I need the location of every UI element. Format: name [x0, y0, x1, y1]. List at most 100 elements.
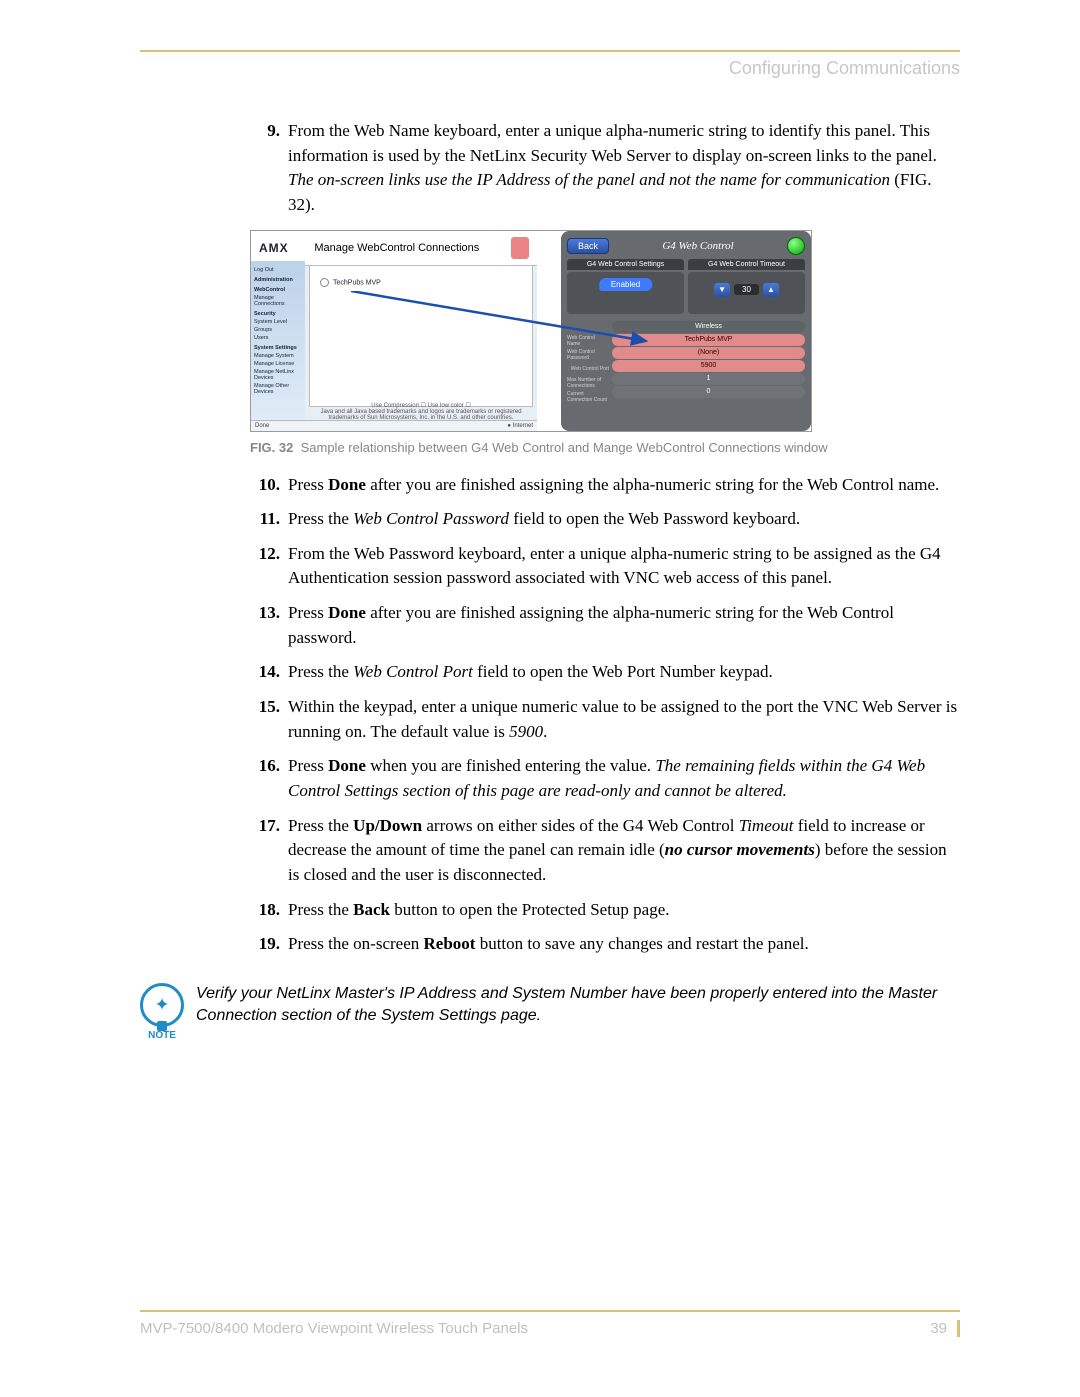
note-label: NOTE — [148, 1030, 176, 1041]
page-footer: MVP-7500/8400 Modero Viewpoint Wireless … — [140, 1310, 960, 1337]
sidebar-heading: System Settings — [254, 345, 302, 351]
t: From the Web Name keyboard, enter a uniq… — [288, 121, 937, 165]
t-bold: Up/Down — [353, 816, 422, 835]
step-12: 12. From the Web Password keyboard, enter… — [250, 542, 960, 591]
step-number: 13. — [250, 601, 280, 650]
sidebar: Log Out Administration WebControl Manage… — [251, 261, 305, 421]
row-wireless: Wireless — [612, 321, 805, 333]
step-13: 13. Press Done after you are finished ass… — [250, 601, 960, 650]
step-number: 15. — [250, 695, 280, 744]
note-block: ✦ NOTE Verify your NetLinx Master's IP A… — [140, 983, 960, 1041]
t-italic: Web Control Port — [353, 662, 473, 681]
tab-settings: G4 Web Control Settings — [567, 259, 684, 270]
panel-radio: TechPubs MVP — [320, 278, 522, 287]
step-number: 17. — [250, 814, 280, 888]
row-password: (None) — [612, 347, 805, 359]
step-text: Press Done after you are finished assign… — [288, 601, 960, 650]
sidebar-heading: WebControl — [254, 287, 302, 293]
step-9: 9. From the Web Name keyboard, enter a u… — [250, 119, 960, 218]
t-italic: Web Control Password — [353, 509, 509, 528]
compress-row: Use Compression ☐ Use low color ☐ — [309, 402, 533, 409]
step-number: 9. — [250, 119, 280, 218]
step-text: Press the Web Control Port field to open… — [288, 660, 773, 685]
sidebar-item: System Level — [254, 319, 302, 325]
t: button to open the Protected Setup page. — [390, 900, 670, 919]
up-button[interactable]: ▲ — [763, 283, 779, 297]
step-number: 12. — [250, 542, 280, 591]
step-19: 19. Press the on-screen Reboot button to … — [250, 932, 960, 957]
header-rule — [140, 50, 960, 52]
step-text: Within the keypad, enter a unique numeri… — [288, 695, 960, 744]
g4-header: Back G4 Web Control — [567, 237, 805, 255]
sidebar-item: Manage System — [254, 353, 302, 359]
lightbulb-icon: ✦ — [140, 983, 184, 1027]
g4-tabs: G4 Web Control Settings G4 Web Control T… — [567, 259, 805, 270]
back-button[interactable]: Back — [567, 238, 609, 254]
status-left: Done — [255, 423, 269, 429]
field-values: Wireless TechPubs MVP (None) 5900 1 0 — [612, 320, 805, 404]
lbl: Web Control Name — [567, 334, 612, 348]
webcontrol-window: AMX Manage WebControl Connections Log Ou… — [251, 231, 537, 431]
sidebar-heading: Administration — [254, 277, 302, 283]
step-number: 18. — [250, 898, 280, 923]
t: button to save any changes and restart t… — [475, 934, 808, 953]
t: field to open the Web Password keyboard. — [509, 509, 800, 528]
t-bold: Back — [353, 900, 390, 919]
sidebar-item: Manage Connections — [254, 295, 302, 307]
step-list: 9. From the Web Name keyboard, enter a u… — [250, 119, 960, 218]
step-text: Press Done when you are finished enterin… — [288, 754, 960, 803]
step-text: From the Web Password keyboard, enter a … — [288, 542, 960, 591]
step-text: Press the Back button to open the Protec… — [288, 898, 670, 923]
down-button[interactable]: ▼ — [714, 283, 730, 297]
sidebar-item: Manage License — [254, 361, 302, 367]
step-16: 16. Press Done when you are finished ente… — [250, 754, 960, 803]
step-number: 11. — [250, 507, 280, 532]
field-labels: Web Control Name Web Control Password We… — [567, 320, 612, 404]
lbl: Max Number of Connections — [567, 376, 612, 390]
lbl: Web Control Port — [567, 362, 612, 376]
caption-text: Sample relationship between G4 Web Contr… — [301, 440, 828, 455]
figure-caption: FIG. 32 Sample relationship between G4 W… — [250, 440, 960, 455]
t: field to open the Web Port Number keypad… — [473, 662, 773, 681]
window-bottom: Use Compression ☐ Use low color ☐ Java a… — [309, 402, 533, 421]
status-led-icon — [787, 237, 805, 255]
step-number: 19. — [250, 932, 280, 957]
t-italic: Timeout — [739, 816, 794, 835]
t: Press — [288, 756, 328, 775]
status-right: ● Internet — [507, 423, 533, 429]
step-number: 10. — [250, 473, 280, 498]
t-bold: Done — [328, 756, 366, 775]
row-name: TechPubs MVP — [612, 334, 805, 346]
t-bold: Done — [328, 475, 366, 494]
step-text: Press Done after you are finished assign… — [288, 473, 939, 498]
g4-settings-col: Enabled — [567, 272, 684, 314]
enabled-button[interactable]: Enabled — [599, 278, 652, 291]
timeout-stepper: ▼ 30 ▲ — [691, 283, 802, 297]
row-port: 5900 — [612, 360, 805, 372]
t: after you are finished assigning the alp… — [288, 603, 894, 647]
g4-fields: Web Control Name Web Control Password We… — [567, 320, 805, 404]
step-text: Press the Up/Down arrows on either sides… — [288, 814, 960, 888]
t: Within the keypad, enter a unique numeri… — [288, 697, 957, 741]
step-text: Press the on-screen Reboot button to sav… — [288, 932, 809, 957]
page-number: 39 — [930, 1320, 960, 1337]
t: Press — [288, 603, 328, 622]
sidebar-item: Log Out — [254, 267, 302, 273]
t-italic: 5900 — [509, 722, 543, 741]
t-bold: Reboot — [424, 934, 476, 953]
step-number: 16. — [250, 754, 280, 803]
t-bold-italic: no cursor movements — [665, 840, 815, 859]
step-number: 14. — [250, 660, 280, 685]
g4-panel: Back G4 Web Control G4 Web Control Setti… — [561, 231, 811, 431]
java-icon — [511, 237, 529, 259]
t: Press the — [288, 662, 353, 681]
section-title: Configuring Communications — [140, 58, 960, 79]
g4-timeout-col: ▼ 30 ▲ — [688, 272, 805, 314]
t: . — [543, 722, 547, 741]
sidebar-item: Manage Other Devices — [254, 383, 302, 395]
caption-label: FIG. 32 — [250, 440, 293, 455]
sidebar-item: Users — [254, 335, 302, 341]
step-text: From the Web Name keyboard, enter a uniq… — [288, 119, 960, 218]
row-count: 0 — [612, 386, 805, 398]
status-bar: Done ● Internet — [251, 420, 537, 431]
